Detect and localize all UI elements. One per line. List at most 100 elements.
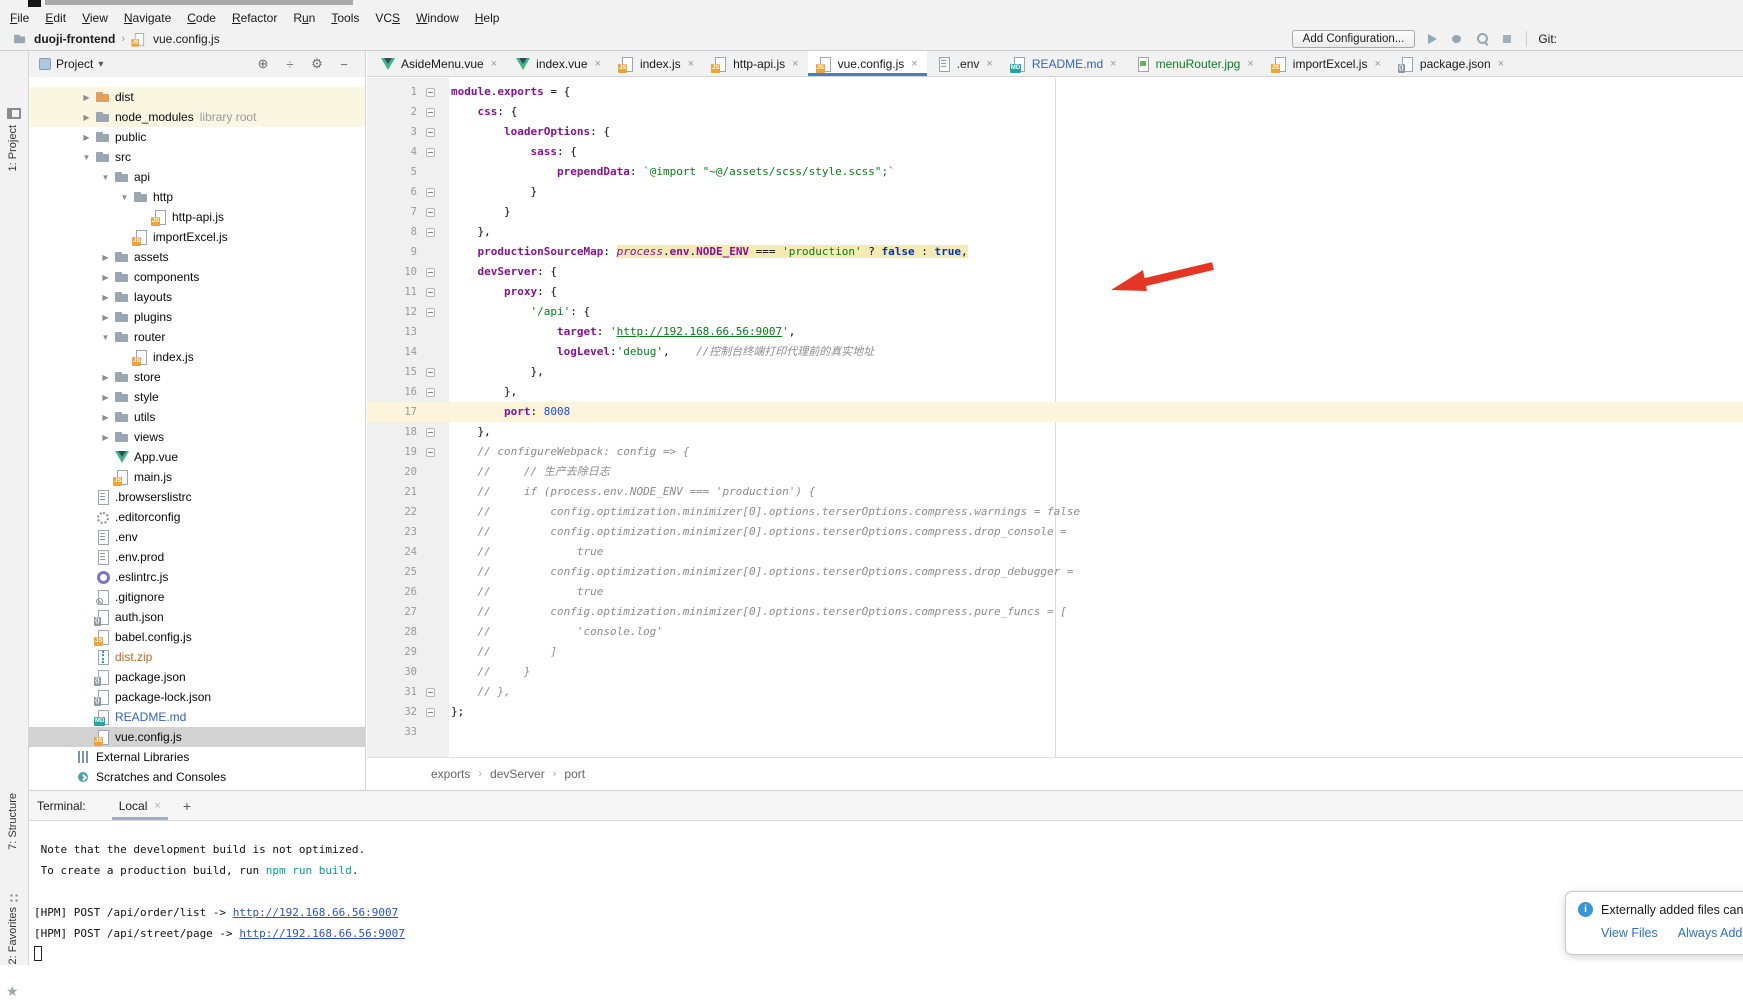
- fold-close-icon[interactable]: [426, 228, 435, 237]
- breadcrumb-project[interactable]: duoji-frontend: [34, 32, 115, 46]
- breadcrumb-item[interactable]: devServer: [490, 767, 545, 781]
- debug-icon[interactable]: [1449, 31, 1465, 47]
- tree-item[interactable]: ▶assets: [29, 247, 365, 267]
- tree-item[interactable]: dist.zip: [29, 647, 365, 667]
- editor-tab[interactable]: JSimportExcel.js×: [1263, 51, 1390, 76]
- tree-item[interactable]: MDREADME.md: [29, 707, 365, 727]
- terminal-tab-local[interactable]: Local ×: [112, 791, 168, 820]
- search-icon[interactable]: [1474, 31, 1490, 47]
- run-icon[interactable]: [1424, 31, 1440, 47]
- tree-item[interactable]: ▶node_moduleslibrary root: [29, 107, 365, 127]
- collapse-all-icon[interactable]: ÷: [279, 57, 301, 72]
- editor-tab[interactable]: menuRouter.jpg×: [1126, 51, 1263, 76]
- fold-open-icon[interactable]: [426, 148, 435, 157]
- fold-close-icon[interactable]: [426, 708, 435, 717]
- menu-vcs[interactable]: VCS: [367, 11, 408, 25]
- tree-item[interactable]: ▶plugins: [29, 307, 365, 327]
- code-editor[interactable]: 1module.exports = {2 css: {3 loaderOptio…: [367, 78, 1743, 757]
- editor-tab[interactable]: AsideMenu.vue×: [371, 51, 506, 76]
- close-icon[interactable]: ×: [491, 58, 497, 70]
- tree-item[interactable]: .eslintrc.js: [29, 567, 365, 587]
- tree-item[interactable]: JSmain.js: [29, 467, 365, 487]
- tree-item[interactable]: .editorconfig: [29, 507, 365, 527]
- fold-close-icon[interactable]: [426, 368, 435, 377]
- close-icon[interactable]: ×: [1498, 58, 1504, 70]
- tree-item[interactable]: ▶store: [29, 367, 365, 387]
- tree-item[interactable]: JSimportExcel.js: [29, 227, 365, 247]
- menu-tools[interactable]: Tools: [323, 11, 367, 25]
- tree-item[interactable]: .gitignore: [29, 587, 365, 607]
- editor-tab[interactable]: JSvue.config.js×: [808, 51, 927, 76]
- menu-run[interactable]: Run: [285, 11, 323, 25]
- close-icon[interactable]: ×: [986, 58, 992, 70]
- tree-item[interactable]: ▶style: [29, 387, 365, 407]
- close-icon[interactable]: ×: [911, 58, 917, 70]
- menu-view[interactable]: View: [74, 11, 116, 25]
- tree-item[interactable]: JSindex.js: [29, 347, 365, 367]
- fold-open-icon[interactable]: [426, 448, 435, 457]
- menu-help[interactable]: Help: [467, 11, 508, 25]
- stop-icon[interactable]: [1499, 31, 1515, 47]
- tree-item[interactable]: Scratches and Consoles: [29, 767, 365, 787]
- tree-item[interactable]: ▼api: [29, 167, 365, 187]
- fold-open-icon[interactable]: [426, 128, 435, 137]
- tree-item[interactable]: JSbabel.config.js: [29, 627, 365, 647]
- breadcrumb-item[interactable]: port: [564, 767, 585, 781]
- tree-item[interactable]: .browserslistrc: [29, 487, 365, 507]
- close-icon[interactable]: ×: [1247, 58, 1253, 70]
- close-icon[interactable]: ×: [1110, 58, 1116, 70]
- close-icon[interactable]: ×: [792, 58, 798, 70]
- fold-open-icon[interactable]: [426, 268, 435, 277]
- breadcrumb-file[interactable]: vue.config.js: [153, 32, 220, 46]
- tree-item[interactable]: {}package-lock.json: [29, 687, 365, 707]
- fold-close-icon[interactable]: [426, 688, 435, 697]
- tree-item[interactable]: JShttp-api.js: [29, 207, 365, 227]
- tool-window-icon[interactable]: [7, 108, 21, 119]
- notification-action[interactable]: View Files: [1601, 926, 1658, 940]
- chevron-down-icon[interactable]: ▾: [98, 59, 103, 70]
- fold-open-icon[interactable]: [426, 308, 435, 317]
- fold-close-icon[interactable]: [426, 428, 435, 437]
- locate-file-icon[interactable]: ⊕: [252, 56, 274, 72]
- tree-item[interactable]: ▶public: [29, 127, 365, 147]
- tree-item[interactable]: ▼src: [29, 147, 365, 167]
- tree-item[interactable]: External Libraries: [29, 747, 365, 767]
- project-panel-title[interactable]: Project: [56, 57, 93, 71]
- tree-item[interactable]: .env.prod: [29, 547, 365, 567]
- fold-close-icon[interactable]: [426, 188, 435, 197]
- menu-window[interactable]: Window: [408, 11, 467, 25]
- editor-tab[interactable]: MDREADME.md×: [1002, 51, 1126, 76]
- stripe-favorites-button[interactable]: 2: Favorites: [7, 907, 19, 964]
- tree-item[interactable]: {}auth.json: [29, 607, 365, 627]
- tree-item[interactable]: ▶dist: [29, 87, 365, 107]
- editor-tab[interactable]: .env×: [927, 51, 1002, 76]
- tree-item[interactable]: ▶views: [29, 427, 365, 447]
- menu-file[interactable]: File: [2, 11, 37, 25]
- editor-tab[interactable]: {}package.json×: [1390, 51, 1513, 76]
- tree-item[interactable]: ▶components: [29, 267, 365, 287]
- grid-icon[interactable]: [9, 893, 20, 904]
- stripe-structure-button[interactable]: 7: Structure: [7, 793, 19, 850]
- tree-item[interactable]: JSvue.config.js: [29, 727, 365, 747]
- editor-tab[interactable]: index.vue×: [506, 51, 610, 76]
- tree-item[interactable]: .env: [29, 527, 365, 547]
- new-terminal-icon[interactable]: +: [183, 798, 191, 814]
- fold-open-icon[interactable]: [426, 88, 435, 97]
- editor-tab[interactable]: JShttp-api.js×: [703, 51, 807, 76]
- breadcrumb-item[interactable]: exports: [431, 767, 470, 781]
- tree-item[interactable]: ▼router: [29, 327, 365, 347]
- tree-item[interactable]: ▶layouts: [29, 287, 365, 307]
- notification-action[interactable]: Always Add: [1678, 926, 1743, 940]
- terminal-output[interactable]: Note that the development build is not o…: [29, 822, 1743, 965]
- add-configuration-button[interactable]: Add Configuration...: [1292, 30, 1416, 48]
- tree-item[interactable]: ▶utils: [29, 407, 365, 427]
- close-icon[interactable]: ×: [154, 800, 160, 812]
- tree-item[interactable]: ▼http: [29, 187, 365, 207]
- close-icon[interactable]: ×: [1374, 58, 1380, 70]
- tree-item[interactable]: {}package.json: [29, 667, 365, 687]
- hide-panel-icon[interactable]: −: [333, 57, 355, 72]
- close-icon[interactable]: ×: [595, 58, 601, 70]
- menu-refactor[interactable]: Refactor: [224, 11, 285, 25]
- menu-code[interactable]: Code: [179, 11, 224, 25]
- fold-close-icon[interactable]: [426, 388, 435, 397]
